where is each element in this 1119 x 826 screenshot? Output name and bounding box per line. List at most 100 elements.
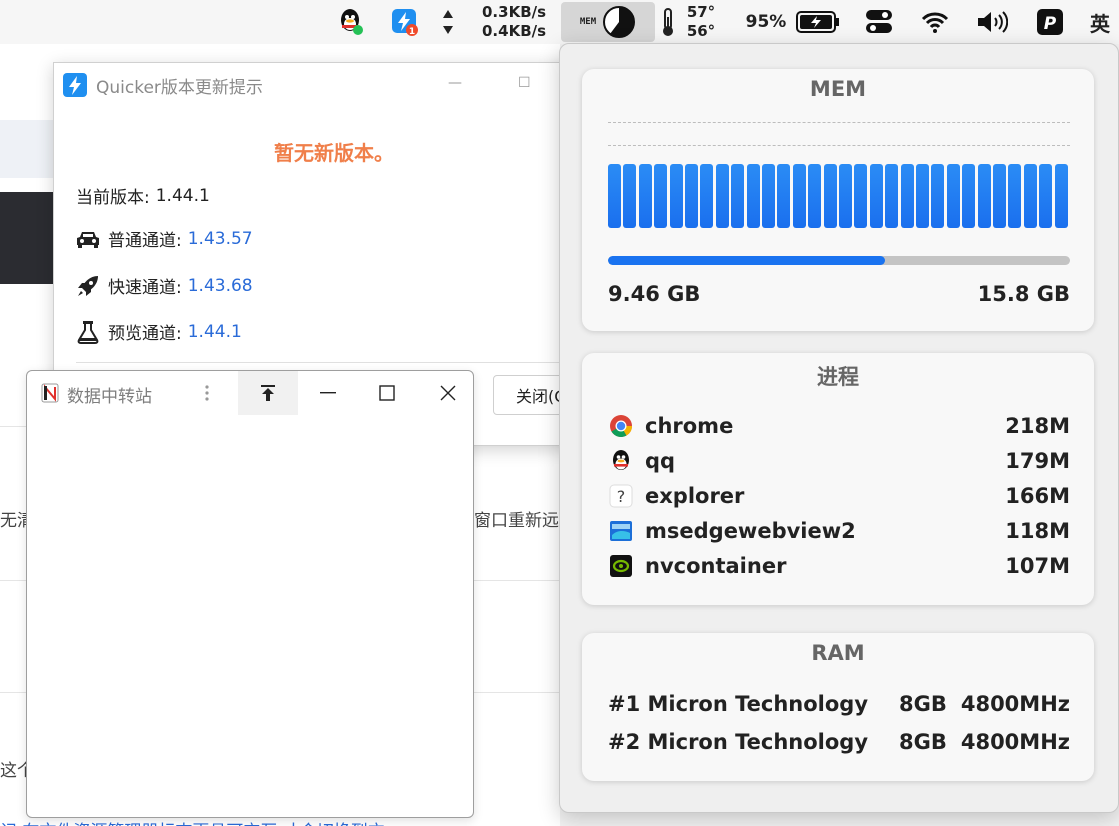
minimize-button[interactable]: — [448, 75, 462, 91]
temp-1: 57° [686, 3, 716, 21]
ram-speed: 4800MHz [960, 730, 1070, 754]
quicker-icon[interactable]: 1 [389, 0, 421, 44]
mem-card: MEM 9.46 GB 15.8 GB [582, 69, 1094, 331]
mem-history-bar [1054, 164, 1068, 228]
mem-history-bar [916, 164, 929, 228]
mem-history-bar [823, 164, 837, 228]
wifi-icon[interactable] [918, 0, 952, 44]
background-band [0, 120, 60, 178]
mem-history-bar [839, 164, 852, 228]
mem-usage-track [608, 256, 1070, 265]
background-link-text[interactable]: 记 在文件资源管理器标志更具可交互 才会切换到方 [0, 817, 385, 826]
quicker-badge: 1 [409, 27, 415, 36]
mem-history-bar [762, 164, 775, 228]
process-name: chrome [645, 414, 734, 438]
mem-label: MEM [579, 16, 597, 27]
svg-text:?: ? [617, 487, 626, 506]
process-card: 进程 chrome 218M qq 179M ? explorer 166M m… [582, 353, 1094, 605]
channel-row-preview: 预览通道: 1.44.1 [76, 319, 242, 344]
battery-icon[interactable] [795, 0, 841, 44]
channel-row-fast: 快速通道: 1.43.68 [76, 273, 253, 298]
process-row[interactable]: chrome 218M [608, 409, 1070, 443]
window-titlebar[interactable]: 数据中转站 [27, 371, 473, 415]
mem-history-bar [623, 164, 637, 228]
maximize-button[interactable] [372, 371, 402, 415]
process-mem: 179M [1005, 449, 1070, 473]
ram-card: RAM #1 Micron Technology 8GB 4800MHz #2 … [582, 633, 1094, 781]
mem-history-bar [700, 164, 714, 228]
mem-history-bar [946, 164, 960, 228]
temperature-readout[interactable]: 57° 56° [683, 0, 719, 44]
process-row[interactable]: qq 179M [608, 444, 1070, 478]
more-menu-icon[interactable] [197, 371, 217, 415]
mem-history-bar [608, 164, 621, 228]
nvidia-icon [608, 553, 634, 579]
relay-app-icon [41, 383, 59, 403]
volume-icon[interactable] [974, 0, 1010, 44]
mem-history-bar [685, 164, 698, 228]
pp-icon[interactable]: P [1034, 0, 1066, 44]
ime-indicator[interactable]: 英 [1090, 0, 1119, 44]
channel-version[interactable]: 1.43.68 [188, 276, 253, 296]
mem-history-bar [715, 164, 729, 228]
mem-history-bar [977, 164, 991, 228]
mem-history-bar [792, 164, 806, 228]
process-mem: 218M [1005, 414, 1070, 438]
window-titlebar[interactable]: Quicker版本更新提示 [54, 63, 582, 107]
net-up: 0.3KB/s [482, 3, 547, 21]
mem-total: 15.8 GB [977, 282, 1070, 306]
mem-history-bar [669, 164, 683, 228]
process-name: explorer [645, 484, 745, 508]
edge-webview-icon [608, 518, 634, 544]
channel-version[interactable]: 1.44.1 [188, 322, 242, 342]
network-speed[interactable]: 0.3KB/s 0.4KB/s [482, 0, 554, 44]
mem-history-bar [638, 164, 652, 228]
mem-history-bar [777, 164, 791, 228]
qq-icon[interactable] [334, 0, 366, 44]
ram-row: #1 Micron Technology 8GB 4800MHz [608, 685, 1070, 723]
ram-speed: 4800MHz [960, 692, 1070, 716]
qq-icon [608, 448, 634, 474]
updown-arrows-icon [440, 0, 456, 44]
window-title: 数据中转站 [67, 387, 152, 407]
thermometer-icon [656, 0, 680, 44]
gridline [608, 122, 1070, 123]
mem-history-bar [869, 164, 883, 228]
process-name: msedgewebview2 [645, 519, 856, 543]
process-row[interactable]: nvcontainer 107M [608, 549, 1070, 583]
mem-history-bar [654, 164, 668, 228]
close-button[interactable] [433, 371, 463, 415]
channel-label: 快速通道: [108, 278, 182, 298]
process-row[interactable]: msedgewebview2 118M [608, 514, 1070, 548]
toggle-icon[interactable] [862, 0, 896, 44]
ram-size: 8GB [898, 692, 947, 716]
mem-history-bar [931, 164, 945, 228]
divider [76, 362, 576, 363]
update-status: 暂无新版本。 [274, 141, 394, 165]
pin-on-top-button[interactable] [238, 371, 298, 415]
process-name: nvcontainer [645, 554, 787, 578]
process-card-title: 进程 [817, 365, 859, 389]
process-row[interactable]: ? explorer 166M [608, 479, 1070, 513]
mem-history-bar [731, 164, 745, 228]
pin-top-icon [261, 385, 275, 401]
mem-history-bar [1039, 164, 1053, 228]
mem-menu-button[interactable]: MEM [561, 2, 655, 42]
maximize-button[interactable]: ☐ [518, 75, 531, 91]
current-version-row: 当前版本: 1.44.1 [76, 183, 210, 209]
mem-card-title: MEM [809, 77, 867, 101]
net-down: 0.4KB/s [482, 22, 547, 40]
mem-history-bar [993, 164, 1006, 228]
ram-size: 8GB [898, 730, 947, 754]
minimize-button[interactable] [313, 371, 343, 415]
ram-name: #1 Micron Technology [608, 692, 869, 716]
ram-card-title: RAM [811, 641, 865, 665]
ram-name: #2 Micron Technology [608, 730, 869, 754]
ram-row: #2 Micron Technology 8GB 4800MHz [608, 723, 1070, 761]
process-name: qq [645, 449, 676, 473]
mem-history-bar [1008, 164, 1022, 228]
channel-version[interactable]: 1.43.57 [188, 229, 253, 249]
mem-history-bar [854, 164, 868, 228]
mem-history-bar [900, 164, 914, 228]
battery-percent[interactable]: 95% [742, 0, 790, 44]
